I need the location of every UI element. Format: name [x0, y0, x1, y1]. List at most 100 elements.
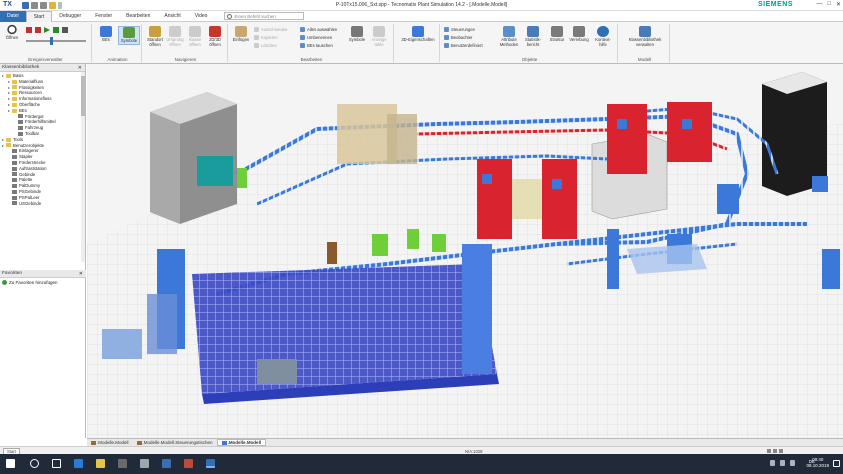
bes-icon — [100, 26, 112, 37]
open-2d3d-button[interactable]: 2D/3D öffnen — [204, 26, 226, 48]
network-icon[interactable] — [770, 460, 775, 466]
search-icon[interactable] — [30, 459, 39, 468]
paste-button[interactable]: Einfügen — [230, 26, 252, 43]
delete-button[interactable]: Löschen — [254, 43, 277, 48]
status-icons — [767, 448, 783, 453]
inheritance-button[interactable]: Vererbung — [568, 26, 590, 43]
object-icon — [12, 195, 17, 200]
playback-controls — [26, 27, 68, 33]
windows-taskbar: DE 09:40 08.10.2019 — [0, 454, 843, 474]
slider-thumb[interactable] — [50, 37, 53, 45]
app-icon[interactable] — [162, 459, 171, 468]
reset-icon[interactable] — [26, 27, 32, 33]
volume-icon[interactable] — [780, 460, 785, 466]
tab-ansicht[interactable]: Ansicht — [157, 11, 187, 22]
doc-tab-model-3d[interactable]: .Modelle.Modell — [216, 439, 267, 446]
cut-button[interactable]: Ausschneiden — [254, 27, 287, 32]
search-icon — [227, 14, 233, 19]
close-icon[interactable]: ✕ — [78, 64, 82, 72]
tab-datei[interactable]: Datei — [0, 10, 26, 22]
tree-scrollbar[interactable] — [81, 72, 85, 262]
window-title: P-10Tx15.006_Sxt.spp - Tecnomatix Plant … — [335, 2, 508, 8]
window-controls: — □ ✕ — [816, 1, 841, 8]
table-icon — [373, 26, 385, 37]
structure-button[interactable]: Struktur — [546, 26, 568, 43]
tree-item[interactable]: USGebinde — [0, 201, 85, 207]
play-icon[interactable] — [44, 27, 50, 33]
command-search-input[interactable]: Einen Befehl suchen — [224, 12, 305, 20]
object-icon — [12, 184, 17, 189]
open-origin-button[interactable]: Ursprung öffnen — [164, 26, 186, 48]
task-view-icon[interactable] — [52, 459, 61, 468]
user-defined-icon — [444, 43, 449, 48]
folder-icon — [6, 73, 11, 78]
group-label: Objekte — [521, 57, 538, 62]
open-class-label: Klasse öffnen — [188, 37, 202, 47]
open-location-button[interactable]: Standort öffnen — [144, 26, 166, 48]
app-icon[interactable] — [184, 459, 193, 468]
close-icon[interactable]: ✕ — [79, 270, 83, 278]
symbols-button[interactable]: Symbole — [118, 26, 140, 45]
plant-simulation-taskbar-icon[interactable] — [206, 459, 215, 468]
tab-video[interactable]: Video — [188, 11, 215, 22]
symbols-edit-button[interactable]: Symbole — [346, 26, 368, 43]
step-icon[interactable] — [53, 27, 59, 33]
2d3d-icon — [209, 26, 221, 37]
explorer-icon[interactable] — [96, 459, 105, 468]
context-help-button[interactable]: Kontext-hilfe — [592, 26, 614, 48]
close-button[interactable]: ✕ — [836, 1, 841, 8]
select-all-button[interactable]: Alles auswählen — [300, 27, 337, 32]
3d-viewport[interactable] — [87, 64, 843, 438]
folder-icon — [12, 79, 17, 84]
observer-icon — [444, 35, 449, 40]
tab-debugger[interactable]: Debugger — [52, 11, 88, 22]
maximize-button[interactable]: □ — [827, 1, 831, 8]
manage-class-library-button[interactable]: Klassenbibliothek verwalten — [624, 26, 666, 48]
swap-bes-button[interactable]: BEs tauschen — [300, 43, 333, 48]
copy-icon — [254, 35, 259, 40]
open-class-button[interactable]: Klasse öffnen — [184, 26, 206, 48]
tab-start[interactable]: Start — [25, 10, 53, 22]
scroll-thumb[interactable] — [81, 76, 85, 116]
battery-icon[interactable] — [790, 460, 795, 466]
open-2d3d-label: 2D/3D öffnen — [209, 37, 221, 47]
report-icon — [527, 26, 539, 37]
attributes-methods-button[interactable]: Attribute Methoden — [496, 26, 522, 48]
bes-button[interactable]: BEs — [95, 26, 117, 43]
tab-bearbeiten[interactable]: Bearbeiten — [119, 11, 157, 22]
speed-slider[interactable] — [26, 37, 86, 45]
group-navigieren: Standort öffnen Ursprung öffnen Klasse ö… — [144, 24, 228, 62]
display-table-button[interactable]: Anzeige table — [368, 26, 390, 48]
copy-button[interactable]: Kopieren — [254, 35, 278, 40]
minimize-button[interactable]: — — [816, 1, 822, 8]
windows-start-icon[interactable] — [6, 459, 15, 468]
stop-icon[interactable] — [35, 27, 41, 33]
controls-button[interactable]: Steuerungen — [444, 27, 475, 32]
plant-3d-scene[interactable] — [87, 64, 843, 438]
fast-forward-icon[interactable] — [62, 27, 68, 33]
paste-label: Einfügen — [232, 37, 250, 42]
observer-button[interactable]: Beobachter — [444, 35, 472, 40]
frame-icon — [136, 440, 142, 445]
open-event-controller-button[interactable]: Öffnen — [1, 24, 23, 41]
manage-library-label: Klassenbibliothek verwalten — [628, 37, 662, 47]
edge-icon[interactable] — [74, 459, 83, 468]
doc-tab-model[interactable]: .Modelle.Modell — [87, 439, 133, 446]
store-icon[interactable] — [118, 459, 127, 468]
folder-icon — [12, 91, 17, 96]
3d-properties-button[interactable]: 3D-Eigenschaften — [400, 26, 436, 43]
notification-icon[interactable] — [833, 460, 840, 467]
statistics-report-button[interactable]: Statistik-bericht — [522, 26, 544, 48]
settings-icon[interactable] — [140, 459, 149, 468]
user-defined-button[interactable]: Benutzerdefiniert — [444, 43, 483, 48]
controls-label: Steuerungen — [451, 27, 475, 32]
select-all-label: Alles auswählen — [307, 27, 338, 32]
object-icon — [12, 201, 17, 206]
add-icon — [2, 280, 7, 285]
doc-tab-control-tables[interactable]: .Modelle.Modell.Steuerungstischen — [133, 439, 217, 446]
clock[interactable]: 09:40 08.10.2019 — [806, 457, 829, 469]
object-icon — [12, 178, 17, 183]
tab-fenster[interactable]: Fenster — [88, 11, 119, 22]
add-favorite-button[interactable]: Zu Favoriten hinzufügen — [2, 280, 84, 285]
rename-button[interactable]: Umbenennen — [300, 35, 332, 40]
